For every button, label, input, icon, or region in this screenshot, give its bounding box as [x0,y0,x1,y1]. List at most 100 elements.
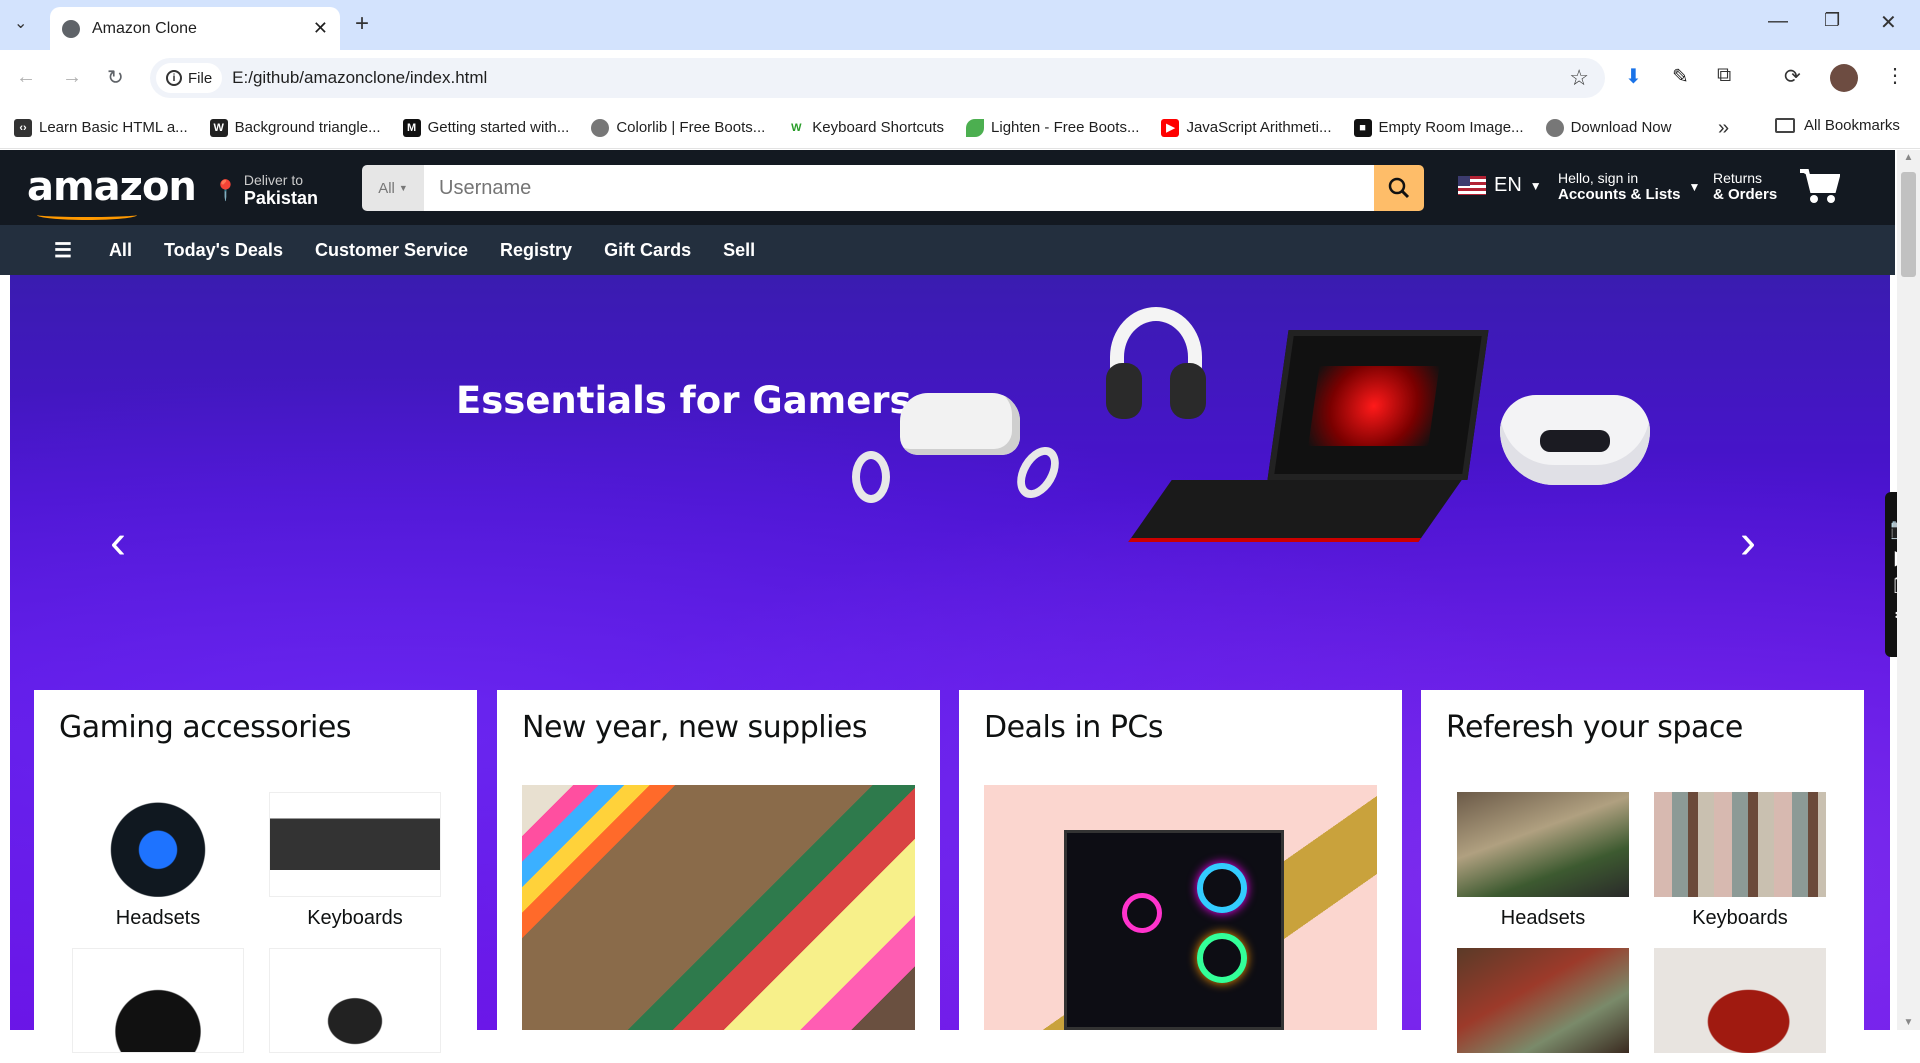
bookmark-label: Empty Room Image... [1378,119,1524,136]
bookmark-item[interactable]: ‹› Learn Basic HTML a... [14,118,188,137]
hero-title: Essentials for Gamers [456,379,912,422]
page-scrollbar[interactable]: ▲ ▼ [1897,150,1920,1030]
scroll-up-arrow[interactable]: ▲ [1897,152,1920,163]
menu-icon[interactable]: ⋮ [1885,63,1905,88]
more-bookmarks-icon[interactable]: » [1718,117,1729,140]
all-bookmarks[interactable]: All Bookmarks [1775,117,1900,134]
deliver-to[interactable]: 📍 Deliver to Pakistan [213,172,318,209]
food-image [1457,948,1629,1053]
caret-down-icon: ▼ [398,183,408,193]
soap-image [1654,948,1826,1053]
chair-image [269,948,441,1053]
m-icon: M [402,118,421,137]
reload-icon[interactable]: ↻ [107,65,124,90]
w-icon: W [209,118,228,137]
tile-mouse[interactable] [72,948,244,1063]
scroll-thumb[interactable] [1901,172,1916,277]
headphones-cup [1106,363,1142,419]
deliver-line1: Deliver to [243,172,304,188]
youtube-icon: ▶ [1161,118,1180,137]
bookmark-item[interactable]: W Background triangle... [209,118,381,137]
nav-item[interactable]: Customer Service [315,240,468,261]
bookmark-item[interactable]: W Keyboard Shortcuts [787,118,944,137]
minimize-icon[interactable]: — [1768,10,1788,33]
amazon-logo[interactable]: amazon [27,164,197,220]
performance-icon[interactable]: ⟳ [1784,64,1801,89]
address-scheme: File [188,69,213,87]
nav-item[interactable]: Sell [723,240,755,261]
tile-headsets[interactable]: Headsets [72,792,244,930]
supplies-image [522,785,915,1030]
browser-tab[interactable]: Amazon Clone ✕ [50,7,340,50]
tile-soap[interactable] [1654,948,1826,1063]
headset-image [72,792,244,897]
site-info-chip[interactable]: i File [156,63,223,93]
bookmark-label: Learn Basic HTML a... [39,119,188,136]
forward-icon[interactable]: → [62,66,82,89]
logo-smile [37,210,137,220]
nav-item[interactable]: Gift Cards [604,240,691,261]
tile-food[interactable] [1457,948,1629,1063]
account-line1: Hello, sign in [1558,170,1639,186]
mouse-image [72,948,244,1053]
tile-keyboards[interactable]: Keyboards [269,792,441,930]
tile-headsets[interactable]: Headsets [1457,792,1629,930]
card-new-year-supplies[interactable]: New year, new supplies [497,690,940,1030]
nav-item[interactable]: Registry [500,240,572,261]
card-refresh-your-space[interactable]: Referesh your space Headsets Keyboards [1421,690,1864,1053]
bookmark-item[interactable]: Download Now [1545,118,1671,137]
download-icon[interactable]: ⬇ [1625,64,1642,89]
tile-chair[interactable] [269,948,441,1063]
all-label: All [108,239,132,260]
vr-headset-image [900,393,1020,455]
eyedropper-icon[interactable]: ✎ [1672,64,1689,89]
globe-icon [1545,118,1564,137]
close-window-icon[interactable]: ✕ [1880,10,1897,35]
nav-item[interactable]: Today's Deals [164,240,283,261]
globe-icon [62,19,80,38]
towels-image [1654,792,1826,897]
close-tab-icon[interactable]: ✕ [313,18,328,39]
carousel-next-button[interactable]: › [1740,515,1756,570]
bookmark-label: Background triangle... [234,119,381,136]
bookmark-item[interactable]: M Getting started with... [402,118,569,137]
bookmark-item[interactable]: ■ Empty Room Image... [1353,118,1524,137]
search-icon [1388,177,1410,199]
card-deals-in-pcs[interactable]: Deals in PCs [959,690,1402,1030]
cart-icon[interactable] [1798,167,1840,205]
language-select[interactable]: EN ▼ [1458,174,1542,197]
tile-keyboards[interactable]: Keyboards [1654,792,1826,930]
search-category-select[interactable]: All ▼ [362,165,424,211]
bookmark-item[interactable]: Lighten - Free Boots... [966,118,1139,137]
carousel-prev-button[interactable]: ‹ [110,515,126,570]
account-lists[interactable]: Hello, sign in Accounts & Lists ▼ [1558,170,1700,203]
bookmark-star-icon[interactable]: ☆ [1569,65,1589,91]
keyboard-image [269,792,441,897]
new-tab-button[interactable]: + [355,10,369,38]
bookmark-item[interactable]: Colorlib | Free Boots... [591,118,765,137]
restore-icon[interactable]: ❐ [1824,10,1840,31]
laptop-image [1267,330,1489,480]
tile-label: Keyboards [1692,907,1788,929]
back-icon[interactable]: ← [16,66,36,89]
profile-avatar[interactable] [1830,64,1858,92]
deliver-line2: Pakistan [243,188,318,208]
extensions-icon[interactable]: ⧉ [1717,64,1731,87]
all-menu-button[interactable]: ☰ All [22,238,132,263]
amazon-header: amazon 📍 Deliver to Pakistan All▼ EN ▼ H… [0,150,1895,225]
logo-text: amazon [27,164,197,210]
browser-toolbar: ← → ↻ i File E:/github/amazonclone/index… [0,50,1920,107]
tab-title: Amazon Clone [92,19,197,37]
returns-orders[interactable]: Returns & Orders [1713,170,1777,203]
address-url: E:/github/amazonclone/index.html [232,68,488,87]
dining-image [1457,792,1629,897]
account-line2: Accounts & Lists [1558,186,1681,203]
tab-search-icon[interactable]: ⌄ [14,13,27,33]
card-gaming-accessories[interactable]: Gaming accessories Headsets Keyboards [34,690,477,1053]
scroll-down-arrow[interactable]: ▼ [1897,1017,1920,1028]
card-title: Referesh your space [1446,710,1743,745]
search-button[interactable] [1374,165,1424,211]
search-input[interactable] [424,165,1374,211]
bookmark-item[interactable]: ▶ JavaScript Arithmeti... [1161,118,1332,137]
address-bar[interactable]: i File E:/github/amazonclone/index.html … [150,58,1605,98]
